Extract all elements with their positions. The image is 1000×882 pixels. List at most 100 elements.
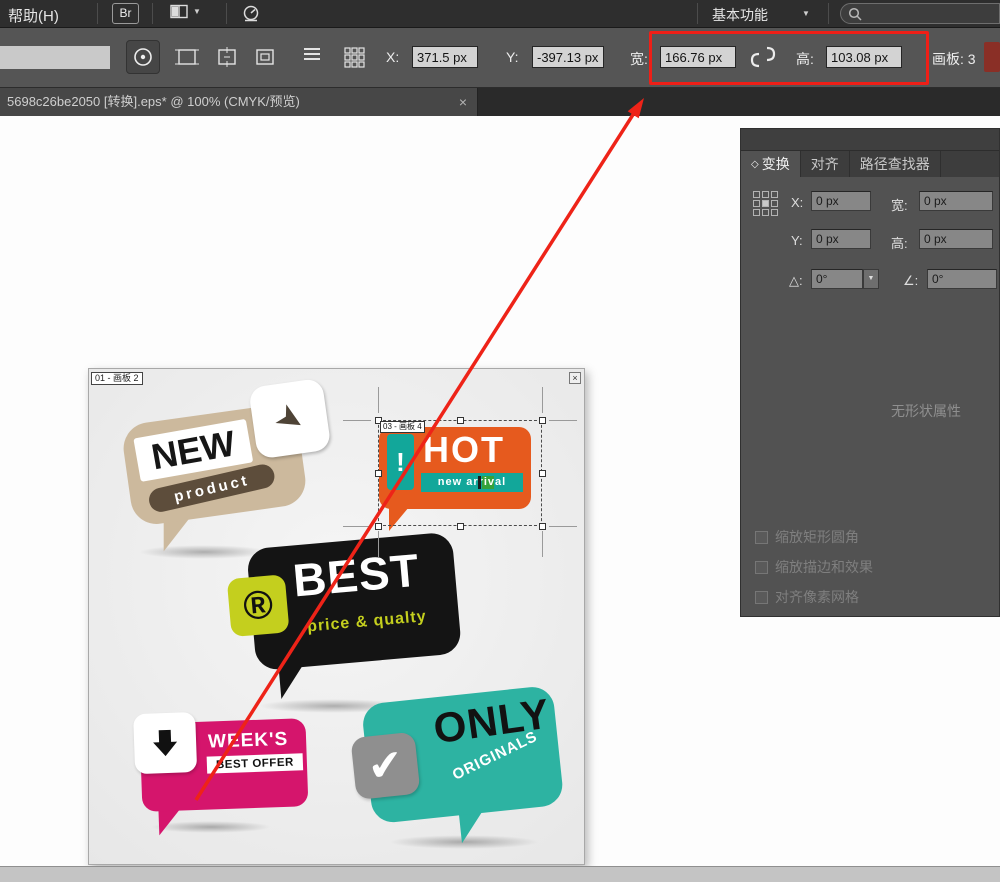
- selection-bounding-box: [378, 420, 542, 526]
- panel-height-field[interactable]: 0 px: [919, 229, 993, 249]
- document-tab[interactable]: 5698c26be2050 [转换].eps* @ 100% (CMYK/预览)…: [0, 88, 478, 116]
- document-tab-bar: 5698c26be2050 [转换].eps* @ 100% (CMYK/预览)…: [0, 88, 1000, 116]
- arrange-documents-button[interactable]: ▼: [170, 4, 201, 19]
- reference-point-grid[interactable]: [753, 191, 778, 216]
- checkbox-align-pixel-grid[interactable]: [755, 591, 768, 604]
- gauge-button[interactable]: [240, 4, 262, 22]
- selection-handle[interactable]: [375, 523, 382, 530]
- panel-shear-field[interactable]: 0°: [927, 269, 997, 289]
- panel-shear-label: ∠:: [903, 273, 918, 289]
- badge-corner-square: ®: [227, 574, 290, 637]
- badge-title: WEEK'S: [208, 729, 289, 754]
- checkbox-row-scale-strokes: 缩放描边和效果: [755, 557, 873, 577]
- rotate-dropdown-button[interactable]: ▼: [863, 269, 879, 289]
- grid-view-button[interactable]: [343, 46, 365, 68]
- illustrator-window: 帮助(H) Br ▼ 基本功能 ▼: [0, 0, 1000, 882]
- registered-mark-icon: ®: [242, 584, 275, 626]
- check-icon: ✔: [366, 743, 405, 788]
- crop-mark: [549, 420, 577, 421]
- search-input[interactable]: [866, 7, 984, 21]
- chevron-down-icon[interactable]: ▼: [802, 9, 810, 18]
- search-box[interactable]: [840, 3, 1000, 24]
- artboard-close-icon[interactable]: ×: [569, 372, 581, 384]
- selection-handle[interactable]: [457, 523, 464, 530]
- panel-x-field[interactable]: 0 px: [811, 191, 871, 211]
- selection-handle[interactable]: [375, 470, 382, 477]
- reference-point-button[interactable]: [126, 40, 160, 74]
- badge-corner-square: ➤: [248, 378, 331, 460]
- weeks-offer-badge[interactable]: WEEK'S BEST OFFER: [133, 708, 317, 826]
- bridge-button[interactable]: Br: [112, 3, 139, 24]
- y-field[interactable]: [532, 46, 604, 68]
- center-reference-icon: [132, 46, 154, 68]
- menubar-separator: [828, 3, 829, 24]
- no-shape-properties-text: 无形状属性: [851, 401, 1000, 421]
- selection-handle[interactable]: [539, 470, 546, 477]
- width-field-label: 宽:: [630, 49, 648, 69]
- selection-handle[interactable]: [457, 417, 464, 424]
- artboard-move-button[interactable]: [174, 46, 200, 68]
- only-originals-badge[interactable]: ✔ ONLY ORIGINALS: [347, 680, 574, 853]
- crop-mark: [343, 420, 371, 421]
- artboard-options-button[interactable]: [252, 46, 278, 68]
- artboard-label: 01 - 画板 2: [91, 372, 143, 385]
- badge-subtitle-strip: BEST OFFER: [207, 753, 304, 773]
- height-field-label: 高:: [796, 49, 814, 69]
- x-field[interactable]: [412, 46, 478, 68]
- gauge-icon: [240, 4, 262, 22]
- panel-rotate-field[interactable]: 0°: [811, 269, 863, 289]
- width-field[interactable]: [660, 46, 736, 68]
- height-field[interactable]: [826, 46, 902, 68]
- crop-mark: [542, 531, 543, 557]
- horizontal-scrollbar-track[interactable]: [0, 866, 1000, 882]
- checkbox-label: 缩放描边和效果: [775, 557, 873, 577]
- arrange-documents-icon: [170, 4, 189, 19]
- chevron-down-icon: ▼: [193, 7, 201, 16]
- grid-icon: [343, 46, 365, 68]
- list-view-button[interactable]: [302, 46, 322, 64]
- selection-handle[interactable]: [539, 417, 546, 424]
- artboard-center-button[interactable]: [214, 46, 240, 68]
- menu-help[interactable]: 帮助(H): [8, 5, 59, 26]
- new-product-badge[interactable]: ➤ NEW product: [117, 377, 348, 557]
- speech-tail: [459, 811, 486, 843]
- selection-handle[interactable]: [539, 523, 546, 530]
- control-bar: X: Y: 宽: 高: 画板: 3: [0, 28, 1000, 88]
- tab-transform[interactable]: ◇ 变换: [741, 151, 801, 177]
- panel-y-field[interactable]: 0 px: [811, 229, 871, 249]
- search-icon: [848, 7, 862, 21]
- x-field-label: X:: [386, 49, 399, 65]
- tab-pathfinder[interactable]: 路径查找器: [850, 151, 941, 177]
- panel-y-label: Y:: [791, 233, 803, 248]
- panel-header-bar[interactable]: [741, 129, 999, 151]
- close-icon[interactable]: ×: [459, 88, 467, 116]
- menubar-separator: [152, 3, 153, 24]
- checkbox-scale-strokes[interactable]: [755, 561, 768, 574]
- tab-align[interactable]: 对齐: [801, 151, 850, 177]
- panel-x-label: X:: [791, 195, 803, 210]
- document-tab-title: 5698c26be2050 [转换].eps* @ 100% (CMYK/预览): [7, 94, 300, 109]
- link-broken-icon: [748, 42, 778, 72]
- artboard[interactable]: 01 - 画板 2 × ➤ NEW product: [88, 368, 585, 865]
- list-icon: [302, 46, 322, 64]
- menubar-separator: [697, 3, 698, 24]
- menubar-separator: [226, 3, 227, 24]
- crop-mark: [549, 526, 577, 527]
- tab-transform-label: 变换: [762, 154, 790, 174]
- best-badge[interactable]: ® BEST price & qualty: [224, 529, 470, 717]
- tab-align-label: 对齐: [811, 154, 839, 174]
- link-dimensions-button[interactable]: [748, 42, 778, 72]
- artboard-center-icon: [214, 46, 240, 68]
- checkbox-label: 缩放矩形圆角: [775, 527, 859, 547]
- checkbox-scale-corners[interactable]: [755, 531, 768, 544]
- control-swatch-field[interactable]: [0, 46, 110, 69]
- tab-pathfinder-label: 路径查找器: [860, 154, 930, 174]
- workspace-switcher[interactable]: 基本功能: [712, 5, 768, 25]
- panel-tab-bar: ◇ 变换 对齐 路径查找器: [741, 151, 999, 177]
- panel-width-field[interactable]: 0 px: [919, 191, 993, 211]
- selected-artboard-label: 03 - 画板 4: [380, 421, 425, 433]
- checkbox-label: 对齐像素网格: [775, 587, 859, 607]
- artboard-count-label: 画板: 3: [932, 49, 976, 69]
- menu-bar: 帮助(H) Br ▼ 基本功能 ▼: [0, 0, 1000, 28]
- checkbox-row-scale-corners: 缩放矩形圆角: [755, 527, 859, 547]
